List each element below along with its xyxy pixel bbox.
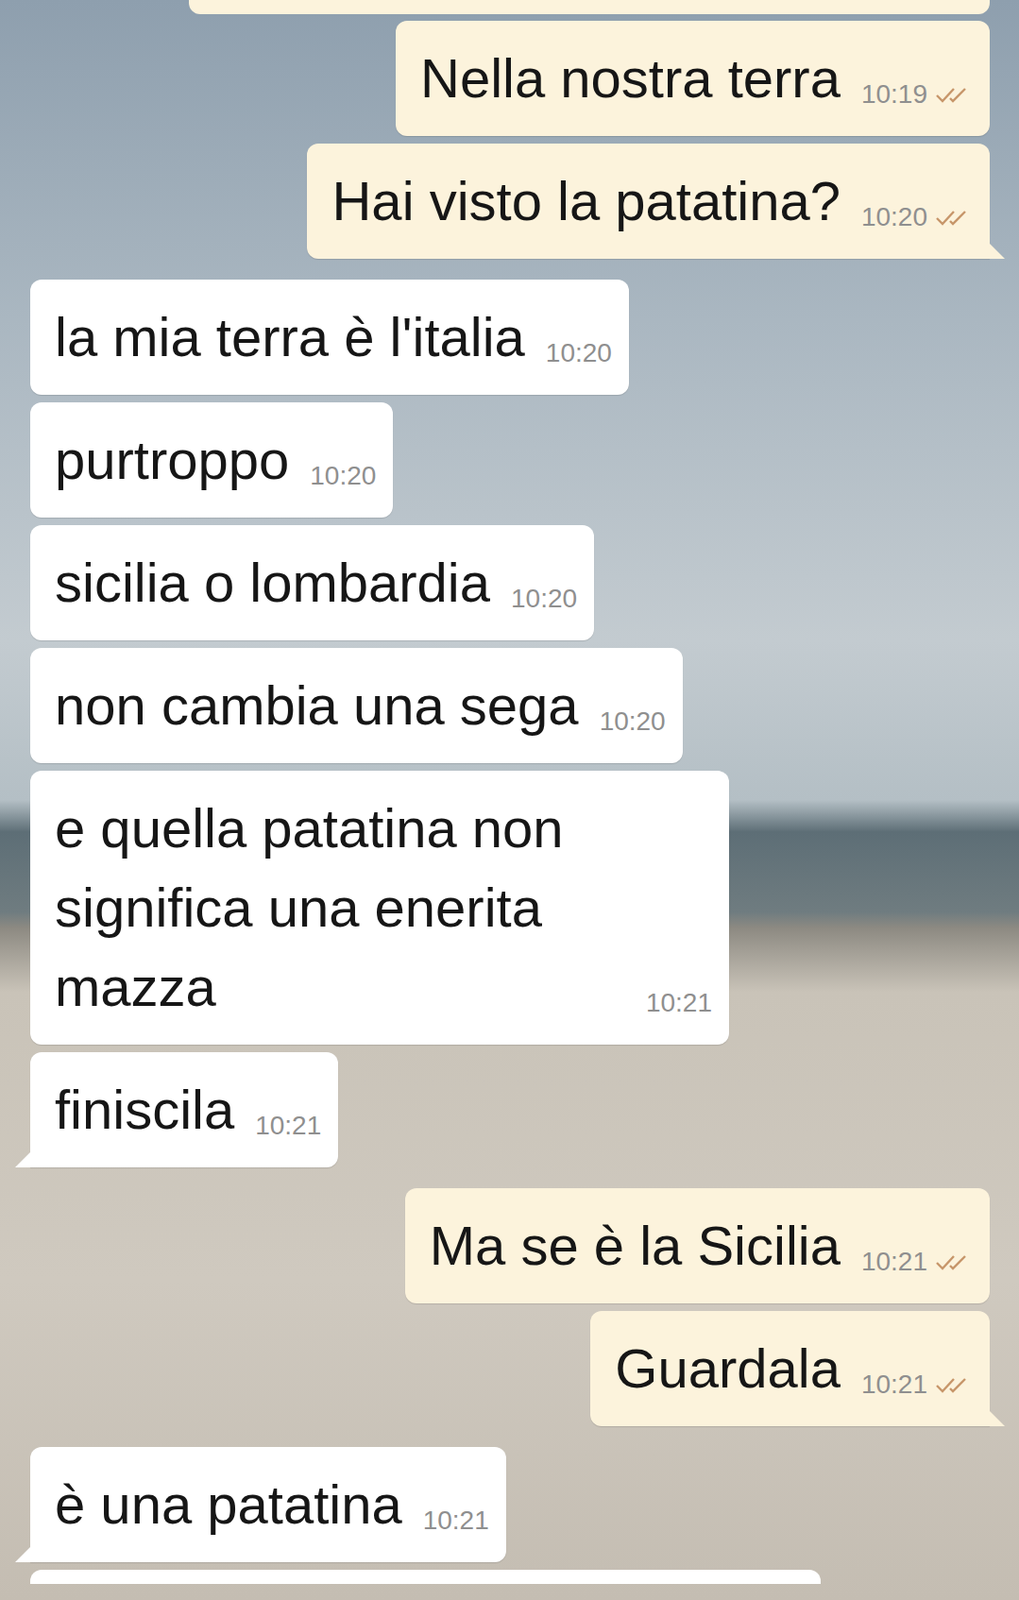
message-text: non cambia una sega	[54, 674, 579, 736]
message-text: Ma se è la Sicilia	[429, 1214, 841, 1276]
message-time: 10:20	[309, 461, 376, 491]
message-meta: 10:21	[645, 988, 713, 1018]
chat-screen: Nella nostra terra 10:19 Hai visto la pata…	[0, 0, 1019, 1600]
double-tick-icon	[934, 207, 973, 227]
message-bubble-partial	[30, 1569, 821, 1584]
message-text: purtroppo	[54, 428, 289, 491]
message-text: Guardala	[614, 1337, 841, 1399]
message-time: 10:21	[645, 988, 713, 1018]
message-text: sicilia o lombardia	[54, 551, 491, 613]
message-list: Nella nostra terra 10:19 Hai visto la pata…	[0, 0, 1019, 1584]
message-text: la mia terra è l'italia	[54, 305, 526, 368]
message-meta: 10:20	[510, 584, 578, 613]
message-time: 10:20	[861, 203, 928, 232]
message-meta: 10:21	[861, 1370, 973, 1399]
message-time: 10:21	[861, 1247, 928, 1276]
message-meta: 10:21	[423, 1506, 490, 1535]
message-meta: 10:19	[861, 80, 973, 109]
double-tick-icon	[934, 1375, 973, 1394]
message-bubble[interactable]: purtroppo 10:20	[30, 402, 393, 518]
message-text: Nella nostra terra	[420, 47, 841, 109]
message-bubble[interactable]: sicilia o lombardia 10:20	[30, 525, 595, 641]
message-bubble[interactable]: la mia terra è l'italia 10:20	[30, 279, 629, 395]
message-text: Hai visto la patatina?	[331, 169, 840, 232]
message-bubble[interactable]: Nella nostra terra 10:19	[395, 20, 990, 136]
message-bubble[interactable]: Hai visto la patatina? 10:20	[306, 143, 990, 259]
message-meta: 10:20	[861, 203, 973, 232]
message-meta: 10:20	[309, 461, 376, 491]
message-text: è una patatina	[54, 1473, 403, 1535]
message-bubble[interactable]: finiscila 10:21	[30, 1052, 339, 1168]
message-text: e quella patatina non significa una ener…	[54, 797, 564, 1018]
message-time: 10:19	[861, 80, 928, 109]
message-bubble[interactable]: Guardala 10:21	[590, 1310, 990, 1427]
message-time: 10:21	[423, 1506, 490, 1535]
double-tick-icon	[934, 1252, 973, 1272]
message-bubble[interactable]: è una patatina 10:21	[30, 1446, 507, 1563]
message-time: 10:20	[599, 707, 666, 736]
message-meta: 10:21	[861, 1247, 973, 1276]
message-bubble-partial	[188, 0, 990, 15]
message-time: 10:21	[861, 1370, 928, 1399]
message-bubble[interactable]: non cambia una sega 10:20	[30, 647, 683, 764]
message-time: 10:21	[254, 1111, 322, 1140]
message-meta: 10:20	[599, 707, 666, 736]
message-text: finiscila	[54, 1078, 235, 1140]
message-bubble[interactable]: Ma se è la Sicilia 10:21	[405, 1188, 990, 1304]
message-bubble[interactable]: e quella patatina non significa una ener…	[30, 770, 730, 1045]
message-time: 10:20	[545, 339, 612, 368]
message-time: 10:20	[510, 584, 578, 613]
message-meta: 10:21	[254, 1111, 322, 1140]
double-tick-icon	[934, 84, 973, 104]
message-meta: 10:20	[545, 339, 612, 368]
